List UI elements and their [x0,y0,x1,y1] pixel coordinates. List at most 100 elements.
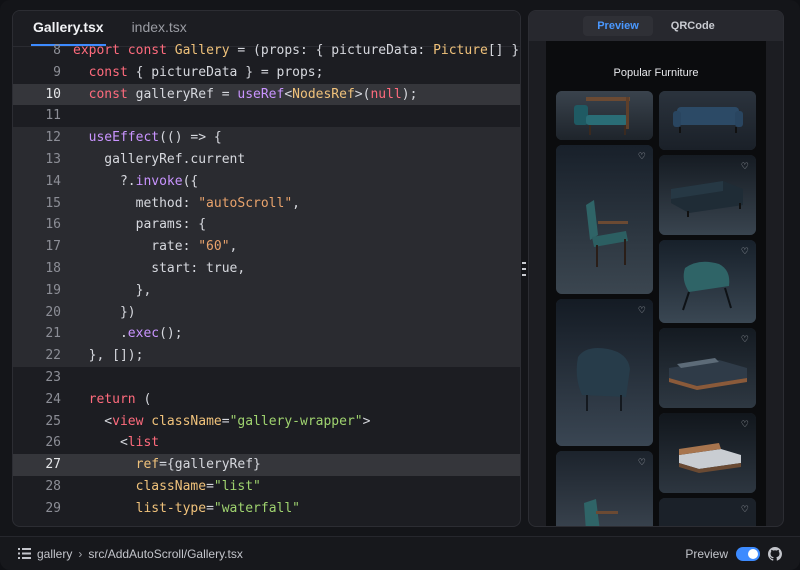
code-text: return ( [88,391,152,407]
code-line: 17 rate: "60", [13,236,520,258]
code-line: 21 .exec(); [13,323,520,346]
code-text: }) [73,304,136,320]
panel-resize-handle[interactable] [521,262,527,276]
code-text: className="list" [135,478,261,494]
code-text: <view className="gallery-wrapper"> [73,413,371,429]
code-line: 26 <list [13,432,520,454]
device-preview-screen[interactable]: Popular Furniture ♡ ♡ ♡ ♡ ♡ ♡ ♡ ♡ [546,41,766,526]
preview-panel: Preview QRCode Popular Furniture ♡ ♡ ♡ ♡… [528,10,784,527]
code-text: }, []); [73,348,144,364]
code-text: useEffect(() => { [88,130,222,146]
github-icon[interactable] [768,546,782,561]
line-number: 25 [45,413,61,429]
gallery-title: Popular Furniture [613,67,699,79]
code-line: 13 galleryRef.current [13,148,520,171]
code-line: 11 [13,105,520,127]
code-text: <list [73,435,160,451]
gallery-card[interactable]: ♡ [659,328,756,408]
code-text: }, [73,282,152,298]
code-text: galleryRef.current [73,151,246,167]
line-number: 11 [45,108,61,124]
gallery-card[interactable]: ♡ [659,498,756,526]
code-line: 22 }, []); [13,345,520,367]
gallery-card[interactable]: ♡ [556,145,653,294]
heart-icon[interactable]: ♡ [741,420,749,429]
code-text: rate: "60", [73,239,238,255]
heart-icon[interactable]: ♡ [741,335,749,344]
tab-preview[interactable]: Preview [583,16,653,36]
line-number: 9 [53,64,61,80]
code-text: export const Gallery = (props: { picture… [73,43,520,58]
heart-icon[interactable]: ♡ [638,458,646,467]
furniture-image [556,299,653,446]
code-text: params: { [73,217,207,233]
line-number: 24 [45,391,61,407]
code-area[interactable]: 8 export const Gallery = (props: { pictur… [13,43,520,526]
gallery-card[interactable]: ♡ [556,451,653,526]
line-number: 23 [45,369,61,385]
furniture-image [556,145,653,294]
app-window: Gallery.tsx index.tsx 8 export const Gall… [0,0,800,570]
code-text: ?.invoke({ [73,173,199,189]
code-line: 16 params: { [13,214,520,237]
code-line: 24 return ( [13,389,520,411]
line-number: 21 [45,326,61,342]
gallery-card[interactable]: ♡ [659,155,756,235]
code-text: .exec(); [73,326,183,342]
tab-qrcode[interactable]: QRCode [657,16,729,36]
gallery-card[interactable]: ♡ [556,299,653,446]
line-number: 13 [45,151,61,167]
heart-icon[interactable]: ♡ [741,505,749,514]
code-line: 9 const { pictureData } = props; [13,62,520,84]
line-number: 29 [45,500,61,516]
grip-dot-icon [522,262,526,264]
code-text: const { pictureData } = props; [88,64,324,80]
code-line: 8 export const Gallery = (props: { pictur… [13,40,520,62]
line-number: 8 [53,43,61,58]
line-number: 27 [45,457,61,473]
line-number: 22 [45,348,61,364]
code-line: 27 ref={galleryRef} [13,454,520,476]
gallery-card[interactable] [659,91,756,150]
code-line: 23 [13,367,520,389]
furniture-image [556,91,653,140]
line-number: 16 [45,217,61,233]
code-line: 19 }, [13,279,520,302]
gallery-card[interactable]: ♡ [659,240,756,323]
grip-dot-icon [522,274,526,276]
status-bar: gallery › src/AddAutoScroll/Gallery.tsx … [0,536,800,570]
grip-dot-icon [522,268,526,270]
breadcrumb-project[interactable]: gallery [37,547,72,561]
status-actions: Preview [685,546,782,561]
code-line: 14 ?.invoke({ [13,170,520,193]
code-text: const galleryRef = useRef<NodesRef>(null… [88,86,418,102]
breadcrumb: gallery › src/AddAutoScroll/Gallery.tsx [18,547,243,561]
line-number: 26 [45,435,61,451]
list-icon[interactable] [18,548,31,559]
code-line: 28 className="list" [13,476,520,498]
code-text: method: "autoScroll", [73,195,300,211]
code-line: 18 start: true, [13,257,520,280]
line-number: 12 [45,130,61,146]
code-line: 15 method: "autoScroll", [13,192,520,215]
preview-tab-bar: Preview QRCode [529,11,783,41]
line-number: 18 [45,260,61,276]
code-line: 20 }) [13,301,520,324]
line-number: 28 [45,478,61,494]
code-line: 12 useEffect(() => { [13,127,520,149]
code-text: ref={galleryRef} [135,457,261,473]
breadcrumb-file-path[interactable]: src/AddAutoScroll/Gallery.tsx [88,547,243,561]
code-line: 10 const galleryRef = useRef<NodesRef>(n… [13,83,520,106]
line-number: 10 [45,86,61,102]
heart-icon[interactable]: ♡ [638,306,646,315]
preview-toggle[interactable] [736,546,760,561]
line-number: 17 [45,239,61,255]
heart-icon[interactable]: ♡ [638,152,646,161]
heart-icon[interactable]: ♡ [741,162,749,171]
heart-icon[interactable]: ♡ [741,247,749,256]
gallery-card[interactable] [556,91,653,140]
gallery-card[interactable]: ♡ [659,413,756,493]
code-editor-panel: Gallery.tsx index.tsx 8 export const Gall… [12,10,521,527]
chevron-right-icon: › [78,546,83,561]
code-line: 29 list-type="waterfall" [13,498,520,520]
